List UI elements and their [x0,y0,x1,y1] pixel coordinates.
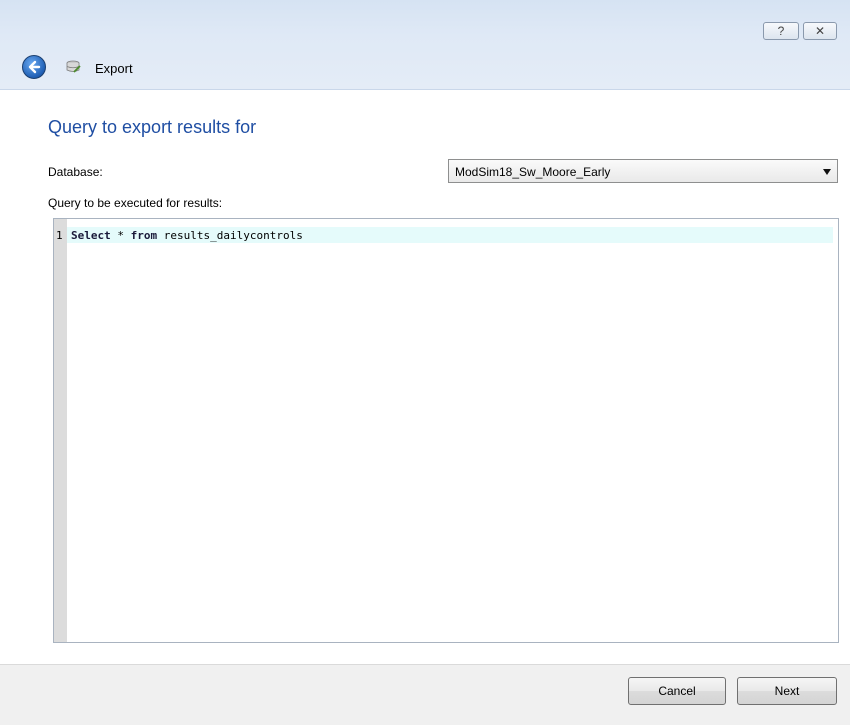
back-button[interactable] [22,55,46,79]
database-label: Database: [48,165,103,179]
keyword-select: Select [71,229,111,242]
line-number-gutter [54,219,67,642]
database-selected-value: ModSim18_Sw_Moore_Early [455,165,611,179]
code-star: * [110,229,131,242]
dropdown-arrow-icon [823,169,831,175]
next-button-label: Next [774,684,800,698]
query-editor[interactable]: 1 Select * from results_dailycontrols [53,218,839,643]
back-arrow-icon [28,60,41,74]
keyword-from: from [130,229,158,242]
help-button[interactable]: ? [763,22,799,40]
window-title: Export [95,61,133,76]
cancel-button-label: Cancel [658,684,696,698]
code-table-name: results_dailycontrols [157,229,303,242]
title-bar: ? ✕ Export [0,0,850,90]
help-icon: ? [777,24,785,38]
cancel-button[interactable]: Cancel [628,677,726,705]
close-icon: ✕ [814,24,826,38]
query-label: Query to be executed for results: [48,196,223,210]
next-button[interactable]: Next [737,677,837,705]
database-select[interactable]: ModSim18_Sw_Moore_Early [448,159,838,183]
page-title: Query to export results for [48,117,257,137]
query-code-line[interactable]: Select * from results_dailycontrols [71,229,303,242]
export-icon [66,60,81,73]
close-button[interactable]: ✕ [803,22,837,40]
line-number: 1 [56,229,63,242]
